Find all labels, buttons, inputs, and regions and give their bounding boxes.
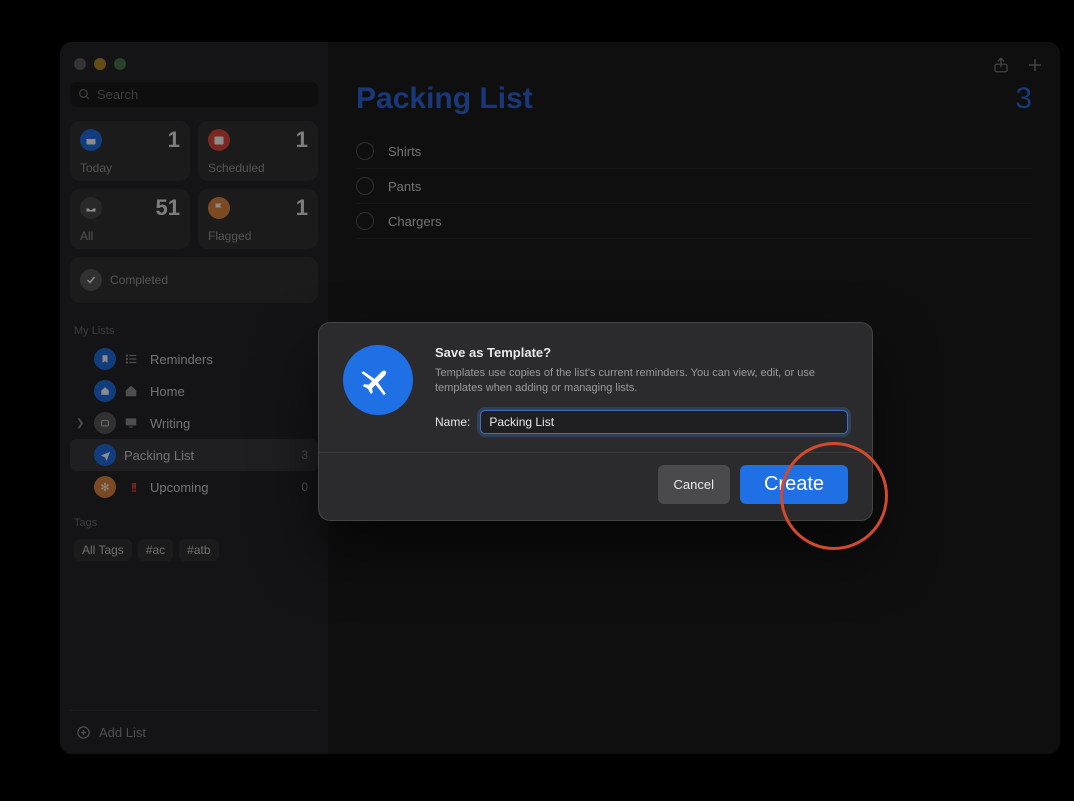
airplane-icon [343, 345, 413, 415]
template-name-input[interactable] [480, 410, 848, 434]
create-button[interactable]: Create [740, 465, 848, 504]
app-window: Search 1 Today 1 Scheduled [60, 42, 1060, 754]
save-template-dialog: Save as Template? Templates use copies o… [318, 322, 873, 521]
separator [319, 452, 872, 453]
name-label: Name: [435, 415, 470, 429]
dialog-description: Templates use copies of the list's curre… [435, 366, 848, 396]
dialog-title: Save as Template? [435, 345, 848, 360]
cancel-button[interactable]: Cancel [658, 465, 730, 504]
